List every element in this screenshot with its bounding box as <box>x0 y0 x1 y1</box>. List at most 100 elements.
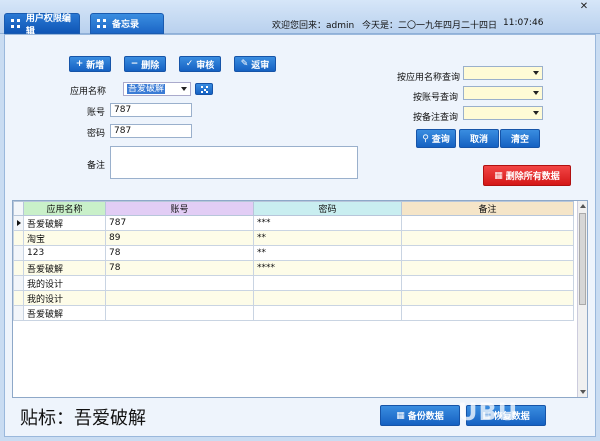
row-header[interactable] <box>13 290 24 306</box>
table-cell[interactable] <box>401 290 574 306</box>
grid-icon <box>97 19 106 28</box>
row-header[interactable] <box>13 245 24 261</box>
column-header-account[interactable]: 账号 <box>105 201 254 216</box>
table-cell[interactable] <box>401 260 574 276</box>
tab-label: 用户权限编辑 <box>25 13 71 37</box>
account-input[interactable]: 787 <box>110 103 192 117</box>
footer-label: 贴标：吾爱破解 <box>20 408 146 429</box>
row-header[interactable] <box>13 275 24 291</box>
search-by-account-select[interactable] <box>463 86 543 100</box>
table-cell[interactable]: **** <box>253 260 402 276</box>
password-label: 密码 <box>87 129 106 139</box>
app-name-label: 应用名称 <box>70 87 107 97</box>
table-cell[interactable]: 吾爱破解 <box>23 260 106 276</box>
clear-button[interactable]: 清空 <box>500 129 540 148</box>
data-table: 应用名称 账号 密码 备注 吾爱破解 787 *** 淘宝 89 ** 123 78 ** 吾爱破… <box>13 201 574 321</box>
table-cell[interactable] <box>253 305 402 321</box>
cancel-button[interactable]: 取消 <box>459 129 499 148</box>
table-row[interactable]: 淘宝 89 ** <box>13 230 574 246</box>
grid-icon: ▦ <box>396 410 405 421</box>
chevron-down-icon <box>181 87 187 91</box>
add-button[interactable]: + 新增 <box>69 56 111 72</box>
date-text: 今天是：二〇一九年四月二十四日 <box>362 21 498 31</box>
table-cell[interactable] <box>105 275 254 291</box>
remark-textarea[interactable] <box>110 146 358 179</box>
table-row[interactable]: 我的设计 <box>13 275 574 291</box>
row-header[interactable] <box>13 230 24 246</box>
table-row[interactable]: 吾爱破解 78 **** <box>13 260 574 276</box>
tab-user-permission[interactable]: 用户权限编辑 <box>4 13 80 37</box>
table-row[interactable]: 吾爱破解 <box>13 305 574 321</box>
search-by-app-select[interactable] <box>463 66 543 80</box>
table-cell[interactable]: 淘宝 <box>23 230 106 246</box>
table-cell[interactable]: 吾爱破解 <box>23 215 106 231</box>
scroll-up-icon[interactable] <box>580 204 586 208</box>
app-picker-button[interactable] <box>195 83 213 95</box>
table-cell[interactable]: 123 <box>23 245 106 261</box>
plus-icon: + <box>75 59 84 69</box>
table-cell[interactable]: 787 <box>105 215 254 231</box>
edit-icon: ✎ <box>240 59 249 69</box>
search-by-account-label: 按账号查询 <box>413 93 459 103</box>
close-button[interactable]: ✕ <box>576 0 592 14</box>
chevron-down-icon <box>533 71 539 75</box>
table-cell[interactable] <box>401 230 574 246</box>
table-cell[interactable] <box>401 245 574 261</box>
audit-button[interactable]: ✓ 审核 <box>179 56 221 72</box>
delete-all-button[interactable]: ▦ 删除所有数据 <box>483 165 571 186</box>
table-cell[interactable] <box>105 305 254 321</box>
current-row-indicator[interactable] <box>13 215 24 231</box>
delete-button[interactable]: − 删除 <box>124 56 166 72</box>
app-name-value: 吾爱破解 <box>127 84 166 94</box>
row-header[interactable] <box>13 260 24 276</box>
table-cell[interactable] <box>401 275 574 291</box>
table-cell[interactable] <box>253 275 402 291</box>
time-text: 11:07:46 <box>503 18 544 28</box>
table-row[interactable]: 吾爱破解 787 *** <box>13 215 574 231</box>
table-cell[interactable]: 89 <box>105 230 254 246</box>
app-name-combo[interactable]: 吾爱破解 <box>123 82 191 96</box>
column-header-app[interactable]: 应用名称 <box>23 201 106 216</box>
chevron-down-icon <box>533 111 539 115</box>
table-cell[interactable]: 吾爱破解 <box>23 305 106 321</box>
column-header-remark[interactable]: 备注 <box>401 201 574 216</box>
row-header[interactable] <box>13 305 24 321</box>
scroll-thumb[interactable] <box>579 213 586 305</box>
welcome-text: 欢迎您回来：admin <box>272 21 355 31</box>
search-by-remark-select[interactable] <box>463 106 543 120</box>
table-cell[interactable]: ** <box>253 230 402 246</box>
title-bar: 用户权限编辑 备忘录 欢迎您回来：admin 今天是：二〇一九年四月二十四日 1… <box>0 0 600 37</box>
query-button[interactable]: ⚲ 查询 <box>416 129 456 148</box>
password-input[interactable]: 787 <box>110 124 192 138</box>
search-icon: ⚲ <box>422 133 429 144</box>
account-label: 账号 <box>87 108 106 118</box>
table-cell[interactable]: 我的设计 <box>23 275 106 291</box>
table-cell[interactable] <box>253 290 402 306</box>
row-header-corner <box>13 201 24 216</box>
search-by-app-label: 按应用名称查询 <box>397 73 461 83</box>
table-cell[interactable] <box>105 290 254 306</box>
scroll-down-icon[interactable] <box>580 390 586 394</box>
watermark-logo: UBU <box>458 398 519 426</box>
remark-label: 备注 <box>87 161 106 171</box>
table-cell[interactable]: ** <box>253 245 402 261</box>
table-cell[interactable]: 我的设计 <box>23 290 106 306</box>
table-cell[interactable] <box>401 215 574 231</box>
table-row[interactable]: 123 78 ** <box>13 245 574 261</box>
close-icon: ✕ <box>579 1 589 12</box>
column-header-password[interactable]: 密码 <box>253 201 402 216</box>
table-cell[interactable] <box>401 305 574 321</box>
grid-icon <box>11 19 20 28</box>
table-cell[interactable]: *** <box>253 215 402 231</box>
table-row[interactable]: 我的设计 <box>13 290 574 306</box>
data-grid[interactable]: 应用名称 账号 密码 备注 吾爱破解 787 *** 淘宝 89 ** 123 78 ** 吾爱破… <box>12 200 588 398</box>
vertical-scrollbar[interactable] <box>577 201 587 397</box>
table-cell[interactable]: 78 <box>105 260 254 276</box>
unaudit-button[interactable]: ✎ 返审 <box>234 56 276 72</box>
tab-memo[interactable]: 备忘录 <box>90 13 164 34</box>
tab-label: 备忘录 <box>112 20 140 30</box>
table-cell[interactable]: 78 <box>105 245 254 261</box>
chevron-down-icon <box>533 91 539 95</box>
backup-button[interactable]: ▦ 备份数据 <box>380 405 460 426</box>
check-icon: ✓ <box>185 59 194 69</box>
